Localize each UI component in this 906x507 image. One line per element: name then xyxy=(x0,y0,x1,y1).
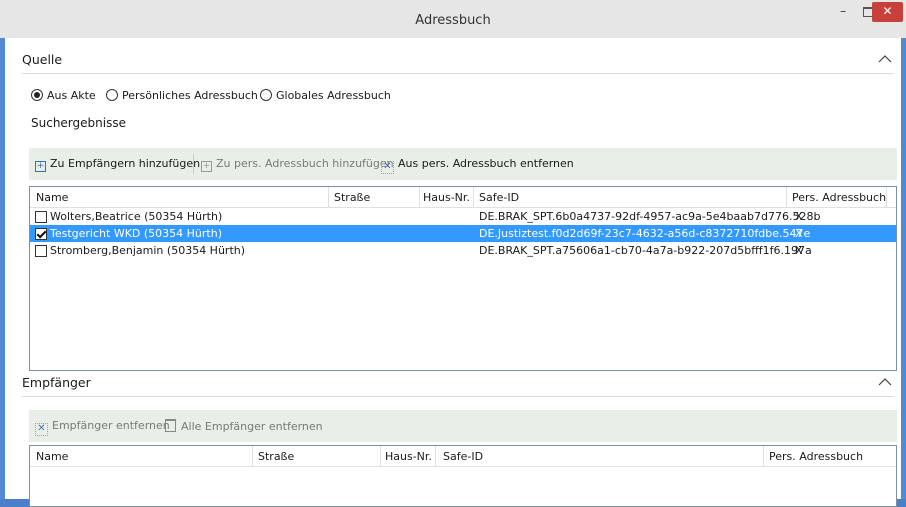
radio-globales-adressbuch[interactable]: Globales Adressbuch xyxy=(260,89,391,102)
column-header-pers-adressbuch[interactable]: Pers. Adressbuch xyxy=(792,191,886,204)
radio-persoenliches-adressbuch[interactable]: Persönliches Adressbuch xyxy=(106,89,258,102)
window-title: Adressbuch xyxy=(415,13,491,28)
table-header: Name Straße Haus-Nr. Safe-ID Pers. Adres… xyxy=(30,446,896,467)
remove-all-recipients-button[interactable]: Alle Empfänger entfernen xyxy=(165,419,323,433)
close-button[interactable]: ✕ xyxy=(872,2,903,22)
table-row[interactable]: Wolters,Beatrice (50354 Hürth) DE.BRAK_S… xyxy=(30,208,896,225)
row-checkbox[interactable] xyxy=(35,211,47,223)
plus-icon: + xyxy=(35,161,46,172)
remove-icon: ✕ xyxy=(35,423,48,436)
add-to-personal-label: Zu pers. Adressbuch hinzufügen xyxy=(216,157,394,170)
minimize-button[interactable]: – xyxy=(832,2,854,22)
column-header-name[interactable]: Name xyxy=(36,450,68,463)
add-to-recipients-button[interactable]: + Zu Empfängern hinzufügen xyxy=(35,157,200,172)
column-header-strasse[interactable]: Straße xyxy=(334,191,370,204)
remove-icon: ✕ xyxy=(381,161,394,174)
radio-label: Aus Akte xyxy=(47,89,96,102)
radio-aus-akte[interactable]: Aus Akte xyxy=(31,89,96,102)
results-toolbar: + Zu Empfängern hinzufügen + Zu pers. Adre… xyxy=(29,148,897,180)
column-header-safe-id[interactable]: Safe-ID xyxy=(443,450,483,463)
column-header-strasse[interactable]: Straße xyxy=(258,450,294,463)
cell-safe-id: DE.BRAK_SPT.a75606a1-cb70-4a7a-b922-207d… xyxy=(479,244,812,257)
table-header: Name Straße Haus-Nr. Safe-ID Pers. Adres… xyxy=(30,187,896,208)
column-header-hausnr[interactable]: Haus-Nr. xyxy=(385,450,432,463)
window-frame-left xyxy=(0,38,5,499)
cell-pers-adressbuch: X xyxy=(795,227,803,240)
quelle-heading: Quelle xyxy=(22,52,63,67)
radio-label: Globales Adressbuch xyxy=(276,89,391,102)
empfaenger-section-header[interactable]: Empfänger xyxy=(22,372,894,397)
window-frame-right xyxy=(901,38,906,499)
column-header-hausnr[interactable]: Haus-Nr. xyxy=(423,191,470,204)
column-divider[interactable] xyxy=(473,187,474,207)
row-checkbox-checked[interactable] xyxy=(35,228,47,240)
column-divider[interactable] xyxy=(763,446,764,466)
remove-recipient-button[interactable]: ✕ Empfänger entfernen xyxy=(35,419,170,436)
collapse-chevron-icon[interactable] xyxy=(878,52,892,66)
recipients-toolbar: ✕ Empfänger entfernen Alle Empfänger entf… xyxy=(29,410,897,442)
cell-pers-adressbuch: X xyxy=(795,244,803,257)
cell-safe-id: DE.BRAK_SPT.6b0a4737-92df-4957-ac9a-5e4b… xyxy=(479,210,821,223)
table-row[interactable]: Stromberg,Benjamin (50354 Hürth) DE.BRAK… xyxy=(30,242,896,259)
column-divider[interactable] xyxy=(435,446,436,466)
recipients-table: Name Straße Haus-Nr. Safe-ID Pers. Adres… xyxy=(29,445,897,507)
column-divider[interactable] xyxy=(419,187,420,207)
toolbar-divider xyxy=(193,154,194,174)
row-checkbox[interactable] xyxy=(35,245,47,257)
column-header-name[interactable]: Name xyxy=(36,191,68,204)
empfaenger-heading: Empfänger xyxy=(22,375,91,390)
column-divider[interactable] xyxy=(252,446,253,466)
plus-icon: + xyxy=(201,161,212,172)
column-divider[interactable] xyxy=(886,187,887,207)
results-heading: Suchergebnisse xyxy=(31,116,126,130)
table-row-selected[interactable]: Testgericht WKD (50354 Hürth) DE.Justizt… xyxy=(30,225,896,242)
remove-recipient-label: Empfänger entfernen xyxy=(52,419,170,432)
cell-name: Wolters,Beatrice (50354 Hürth) xyxy=(50,210,223,223)
trash-icon xyxy=(165,419,176,432)
title-bar[interactable]: Adressbuch – ✕ xyxy=(0,0,906,38)
column-header-pers-adressbuch[interactable]: Pers. Adressbuch xyxy=(769,450,863,463)
cell-name: Stromberg,Benjamin (50354 Hürth) xyxy=(50,244,246,257)
search-results-table: Name Straße Haus-Nr. Safe-ID Pers. Adres… xyxy=(29,186,897,371)
remove-from-personal-label: Aus pers. Adressbuch entfernen xyxy=(398,157,574,170)
remove-all-recipients-label: Alle Empfänger entfernen xyxy=(181,420,323,433)
column-divider[interactable] xyxy=(786,187,787,207)
add-to-personal-addressbook-button[interactable]: + Zu pers. Adressbuch hinzufügen xyxy=(201,157,394,172)
cell-safe-id: DE.Justiztest.f0d2d69f-23c7-4632-a56d-c8… xyxy=(479,227,811,240)
radio-icon xyxy=(106,89,118,101)
radio-selected-icon xyxy=(31,89,43,101)
address-book-window: Adressbuch – ✕ Quelle Aus Akte Persönlic… xyxy=(0,0,906,507)
quelle-section-header[interactable]: Quelle xyxy=(22,49,894,74)
column-divider[interactable] xyxy=(328,187,329,207)
column-divider[interactable] xyxy=(380,446,381,466)
column-header-safe-id[interactable]: Safe-ID xyxy=(479,191,519,204)
add-to-recipients-label: Zu Empfängern hinzufügen xyxy=(50,157,201,170)
radio-label: Persönliches Adressbuch xyxy=(122,89,258,102)
cell-pers-adressbuch: X xyxy=(795,210,803,223)
radio-icon xyxy=(260,89,272,101)
remove-from-personal-addressbook-button[interactable]: ✕ Aus pers. Adressbuch entfernen xyxy=(381,157,574,174)
cell-name: Testgericht WKD (50354 Hürth) xyxy=(50,227,222,240)
collapse-chevron-icon[interactable] xyxy=(878,375,892,389)
